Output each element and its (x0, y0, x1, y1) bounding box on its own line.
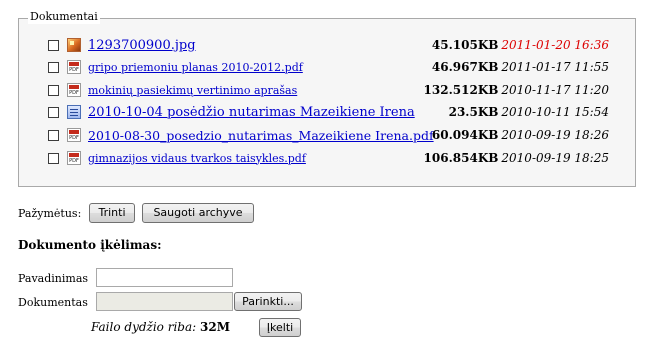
file-date: 2011-01-20 16:36 (501, 38, 609, 52)
file-date: 2011-01-17 11:55 (501, 60, 609, 74)
browse-button[interactable]: Parinkti... (234, 292, 302, 311)
file-label: Dokumentas (18, 296, 88, 309)
file-row: 1293700900.jpg (48, 35, 196, 55)
file-meta: 46.967KB 2011-01-17 11:55 (432, 57, 609, 77)
file-date: 2010-11-17 11:20 (501, 83, 609, 97)
file-link[interactable]: gimnazijos vidaus tvarkos taisykles.pdf (88, 152, 306, 165)
file-meta: 106.854KB 2010-09-19 18:25 (424, 148, 609, 168)
document-manager-page: Dokumentai 1293700900.jpg 45.105KB 2011-… (0, 0, 655, 345)
file-checkbox[interactable] (48, 84, 59, 96)
file-size: 23.5KB (448, 105, 499, 119)
file-checkbox[interactable] (48, 152, 59, 164)
file-row: 2010-10-04 posėdžio nutarimas Mazeikiene… (48, 102, 415, 122)
file-meta: 45.105KB 2011-01-20 16:36 (432, 35, 609, 55)
file-checkbox[interactable] (48, 39, 59, 51)
file-link[interactable]: 2010-08-30_posedzio_nutarimas_Mazeikiene… (88, 128, 434, 143)
upload-button[interactable]: Įkelti (259, 318, 301, 337)
image-file-icon (67, 38, 81, 52)
file-date: 2010-09-19 18:25 (501, 151, 609, 165)
name-label: Pavadinimas (18, 272, 89, 285)
word-file-icon (67, 105, 81, 119)
selection-label: Pažymėtus: (18, 207, 82, 220)
delete-button[interactable]: Trinti (89, 203, 135, 223)
file-row: gripo priemoniu planas 2010-2012.pdf (48, 57, 303, 77)
file-size: 60.094KB (431, 128, 499, 142)
save-to-archive-button[interactable]: Saugoti archyve (142, 203, 254, 223)
documents-legend: Dokumentai (28, 10, 100, 24)
file-checkbox[interactable] (48, 106, 59, 118)
file-meta: 132.512KB 2010-11-17 11:20 (424, 80, 609, 100)
upload-heading: Dokumento įkėlimas: (18, 238, 162, 252)
file-size-limit-value: 32M (200, 320, 230, 334)
file-size: 132.512KB (423, 83, 499, 97)
file-size: 46.967KB (431, 60, 499, 74)
file-row: mokinių pasiekimų vertinimo aprašas (48, 80, 297, 100)
file-size-limit-label: Failo dydžio riba: (91, 320, 197, 334)
pdf-file-icon (67, 83, 81, 97)
file-path-field (96, 292, 233, 311)
file-checkbox[interactable] (48, 129, 59, 141)
file-checkbox[interactable] (48, 61, 59, 73)
file-link[interactable]: gripo priemoniu planas 2010-2012.pdf (88, 61, 303, 74)
file-row: 2010-08-30_posedzio_nutarimas_Mazeikiene… (48, 125, 434, 145)
file-size: 45.105KB (431, 38, 499, 52)
file-size: 106.854KB (423, 151, 499, 165)
file-link[interactable]: 1293700900.jpg (88, 38, 196, 53)
file-meta: 60.094KB 2010-09-19 18:26 (432, 125, 609, 145)
pdf-file-icon (67, 151, 81, 165)
file-row: gimnazijos vidaus tvarkos taisykles.pdf (48, 148, 306, 168)
pdf-file-icon (67, 60, 81, 74)
file-link[interactable]: 2010-10-04 posėdžio nutarimas Mazeikiene… (88, 105, 415, 120)
pdf-file-icon (67, 128, 81, 142)
file-meta: 23.5KB 2010-10-11 15:54 (449, 102, 609, 122)
file-date: 2010-10-11 15:54 (501, 105, 609, 119)
file-link[interactable]: mokinių pasiekimų vertinimo aprašas (88, 84, 297, 97)
name-input[interactable] (96, 268, 233, 287)
file-date: 2010-09-19 18:26 (501, 128, 609, 142)
